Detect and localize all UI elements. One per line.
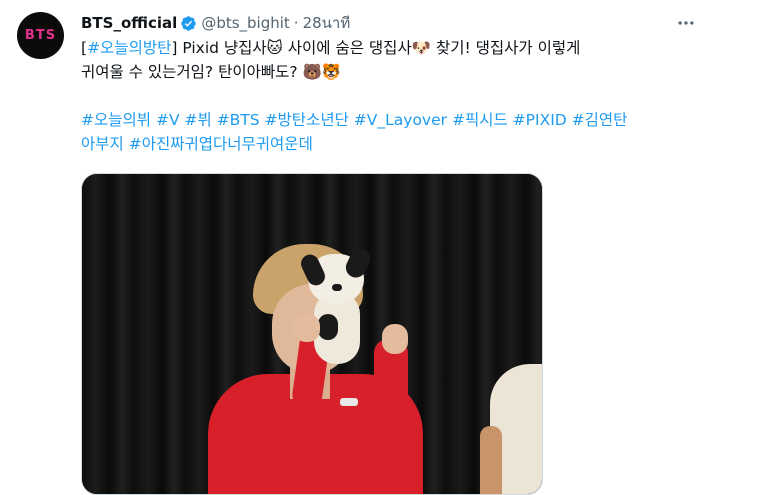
tweet-text-line-2: 귀여울 수 있는거임? 탄이아빠도? 🐻🐯 (81, 60, 721, 84)
cat-emoji-icon: 🐱 (266, 39, 283, 57)
hashtag-link[interactable]: #BTS (217, 111, 260, 129)
bear-emoji-icon: 🐻 (302, 63, 322, 81)
hashtag-link[interactable]: #오늘의방탄 (87, 39, 171, 57)
tweet-text: [#오늘의방탄] Pixid 냥집사🐱 사이에 숨은 댕집사🐶 찾기! 댕집사가… (81, 36, 721, 156)
hashtag-link[interactable]: #PIXID (513, 111, 567, 129)
text-segment: 사이에 숨은 댕집사 (282, 39, 412, 57)
second-person-arm (480, 426, 502, 494)
wristwatch (340, 398, 358, 406)
tweet-header: BTS_official @bts_bighit · 28นาที (81, 13, 350, 33)
hashtag-link[interactable]: #김연탄 (572, 111, 628, 129)
hashtag-link[interactable]: #V_Layover (354, 111, 447, 129)
display-name[interactable]: BTS_official (81, 14, 177, 32)
hand (382, 324, 408, 354)
tweet-media-photo[interactable] (81, 173, 543, 495)
avatar-logo-text: BTS (24, 28, 57, 43)
user-handle[interactable]: @bts_bighit (201, 14, 289, 32)
verified-badge-icon (181, 15, 197, 31)
text-segment: 찾기! 댕집사가 이렇게 (431, 39, 581, 57)
hashtag-link[interactable]: 아부지 (81, 135, 124, 153)
separator-dot: · (293, 14, 299, 32)
text-segment: 귀여울 수 있는거임? 탄이아빠도? (81, 63, 303, 81)
more-options-icon[interactable] (672, 11, 700, 35)
hashtag-link[interactable]: #방탄소년단 (265, 111, 349, 129)
tweet-timestamp[interactable]: 28นาที (303, 11, 351, 35)
avatar[interactable]: BTS (17, 12, 64, 59)
hashtag-link[interactable]: #픽시드 (452, 111, 508, 129)
hand (294, 314, 320, 342)
hashtag-link[interactable]: #오늘의뷔 (81, 111, 151, 129)
hashtag-link[interactable]: #V (156, 111, 180, 129)
hashtag-line-1: #오늘의뷔 #V #뷔 #BTS #방탄소년단 #V_Layover #픽시드 … (81, 108, 721, 132)
plush-dog-spot (318, 314, 338, 340)
tiger-emoji-icon: 🐯 (321, 63, 342, 81)
hashtag-link[interactable]: #아진짜귀엽다너무귀여운데 (129, 135, 313, 153)
tweet-text-line-1: [#오늘의방탄] Pixid 냥집사🐱 사이에 숨은 댕집사🐶 찾기! 댕집사가… (81, 36, 721, 60)
dog-emoji-icon: 🐶 (411, 39, 432, 57)
hashtag-line-2: 아부지 #아진짜귀엽다너무귀여운데 (81, 132, 721, 156)
plush-dog-nose (332, 284, 342, 291)
text-segment: ] Pixid 냥집사 (171, 39, 267, 57)
hashtag-link[interactable]: #뷔 (185, 111, 212, 129)
